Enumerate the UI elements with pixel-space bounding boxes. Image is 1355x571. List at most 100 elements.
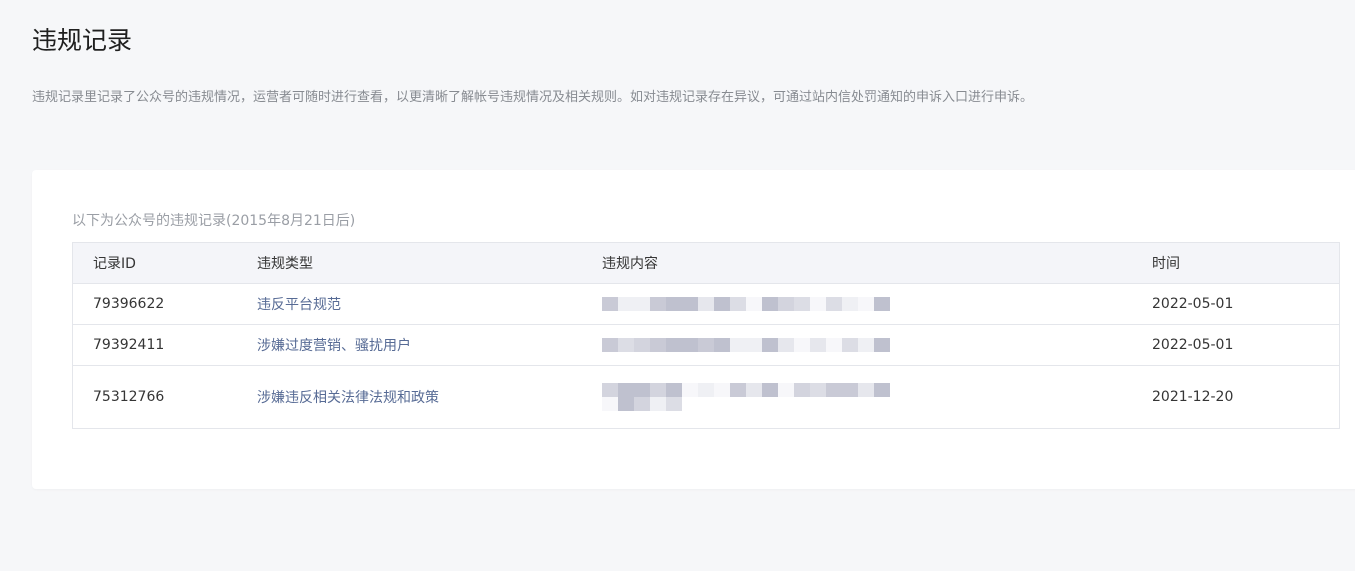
header-violation-content: 违规内容 bbox=[602, 256, 658, 272]
mosaic-pixel bbox=[858, 383, 874, 397]
mosaic-pixel bbox=[730, 338, 746, 352]
mosaic-pixel bbox=[714, 383, 730, 397]
mosaic-pixel bbox=[618, 397, 634, 411]
mosaic-pixel bbox=[874, 383, 890, 397]
mosaic-pixel bbox=[650, 297, 666, 311]
mosaic-pixel bbox=[810, 383, 826, 397]
blurred-content-mosaic bbox=[602, 383, 890, 411]
mosaic-pixel bbox=[666, 338, 682, 352]
page-description: 违规记录里记录了公众号的违规情况，运营者可随时进行查看，以更清晰了解帐号违规情况… bbox=[32, 90, 1034, 105]
mosaic-pixel bbox=[602, 338, 618, 352]
mosaic-pixel bbox=[874, 397, 890, 411]
record-time: 2022-05-01 bbox=[1152, 337, 1234, 353]
mosaic-pixel bbox=[602, 383, 618, 397]
mosaic-pixel bbox=[682, 297, 698, 311]
mosaic-pixel bbox=[794, 338, 810, 352]
mosaic-pixel bbox=[842, 338, 858, 352]
mosaic-pixel bbox=[650, 383, 666, 397]
mosaic-pixel bbox=[826, 397, 842, 411]
mosaic-pixel bbox=[794, 383, 810, 397]
mosaic-pixel bbox=[682, 338, 698, 352]
mosaic-pixel bbox=[618, 297, 634, 311]
mosaic-pixel bbox=[762, 338, 778, 352]
mosaic-pixel bbox=[746, 297, 762, 311]
mosaic-pixel bbox=[778, 397, 794, 411]
table-header: 记录ID 违规类型 违规内容 时间 bbox=[73, 243, 1339, 284]
mosaic-pixel bbox=[858, 297, 874, 311]
mosaic-pixel bbox=[874, 338, 890, 352]
mosaic-pixel bbox=[730, 383, 746, 397]
mosaic-pixel bbox=[634, 297, 650, 311]
violation-content-blurred bbox=[582, 366, 1132, 428]
mosaic-pixel bbox=[698, 297, 714, 311]
mosaic-pixel bbox=[810, 397, 826, 411]
mosaic-pixel bbox=[762, 383, 778, 397]
mosaic-pixel bbox=[794, 397, 810, 411]
mosaic-pixel bbox=[714, 397, 730, 411]
mosaic-pixel bbox=[842, 297, 858, 311]
mosaic-pixel bbox=[762, 297, 778, 311]
mosaic-pixel bbox=[730, 297, 746, 311]
mosaic-pixel bbox=[714, 338, 730, 352]
record-id: 79392411 bbox=[93, 337, 165, 353]
mosaic-pixel bbox=[666, 297, 682, 311]
violation-type-link[interactable]: 涉嫌过度营销、骚扰用户 bbox=[257, 335, 411, 355]
mosaic-pixel bbox=[634, 338, 650, 352]
mosaic-pixel bbox=[826, 338, 842, 352]
header-violation-type: 违规类型 bbox=[257, 256, 313, 272]
violation-content-blurred bbox=[582, 325, 1132, 365]
mosaic-pixel bbox=[810, 297, 826, 311]
record-time: 2021-12-20 bbox=[1152, 389, 1234, 405]
violation-records-table: 记录ID 违规类型 违规内容 时间 79396622 违反平台规范 2022-0… bbox=[72, 242, 1340, 429]
mosaic-pixel bbox=[762, 397, 778, 411]
mosaic-pixel bbox=[682, 383, 698, 397]
header-record-id: 记录ID bbox=[93, 256, 136, 272]
mosaic-pixel bbox=[826, 297, 842, 311]
mosaic-pixel bbox=[842, 383, 858, 397]
mosaic-pixel bbox=[794, 297, 810, 311]
table-row: 79396622 违反平台规范 2022-05-01 bbox=[73, 284, 1339, 325]
mosaic-pixel bbox=[778, 383, 794, 397]
mosaic-pixel bbox=[698, 383, 714, 397]
mosaic-pixel bbox=[746, 338, 762, 352]
mosaic-pixel bbox=[698, 338, 714, 352]
mosaic-pixel bbox=[650, 338, 666, 352]
mosaic-pixel bbox=[618, 383, 634, 397]
mosaic-pixel bbox=[746, 383, 762, 397]
record-time: 2022-05-01 bbox=[1152, 296, 1234, 312]
mosaic-pixel bbox=[714, 297, 730, 311]
mosaic-pixel bbox=[618, 338, 634, 352]
page-title: 违规记录 bbox=[32, 26, 133, 55]
mosaic-pixel bbox=[634, 383, 650, 397]
table-row: 79392411 涉嫌过度营销、骚扰用户 2022-05-01 bbox=[73, 325, 1339, 366]
violation-type-link[interactable]: 涉嫌违反相关法律法规和政策 bbox=[257, 387, 439, 407]
mosaic-pixel bbox=[778, 297, 794, 311]
mosaic-pixel bbox=[858, 338, 874, 352]
blurred-content-mosaic bbox=[602, 338, 890, 352]
mosaic-pixel bbox=[842, 397, 858, 411]
records-caption: 以下为公众号的违规记录(2015年8月21日后) bbox=[72, 213, 356, 229]
header-time: 时间 bbox=[1152, 256, 1180, 272]
mosaic-pixel bbox=[698, 397, 714, 411]
mosaic-pixel bbox=[874, 297, 890, 311]
record-id: 79396622 bbox=[93, 296, 165, 312]
mosaic-pixel bbox=[746, 397, 762, 411]
mosaic-pixel bbox=[666, 397, 682, 411]
mosaic-pixel bbox=[730, 397, 746, 411]
blurred-content-mosaic bbox=[602, 297, 890, 311]
mosaic-pixel bbox=[826, 383, 842, 397]
violation-type-link[interactable]: 违反平台规范 bbox=[257, 294, 341, 314]
mosaic-pixel bbox=[602, 397, 618, 411]
mosaic-pixel bbox=[858, 397, 874, 411]
violation-content-blurred bbox=[582, 284, 1132, 324]
mosaic-pixel bbox=[682, 397, 698, 411]
table-row: 75312766 涉嫌违反相关法律法规和政策 2021-12-20 bbox=[73, 366, 1339, 428]
mosaic-pixel bbox=[778, 338, 794, 352]
mosaic-pixel bbox=[650, 397, 666, 411]
mosaic-pixel bbox=[666, 383, 682, 397]
record-id: 75312766 bbox=[93, 389, 165, 405]
mosaic-pixel bbox=[810, 338, 826, 352]
records-card: 以下为公众号的违规记录(2015年8月21日后) 记录ID 违规类型 违规内容 … bbox=[32, 170, 1355, 489]
mosaic-pixel bbox=[634, 397, 650, 411]
mosaic-pixel bbox=[602, 297, 618, 311]
